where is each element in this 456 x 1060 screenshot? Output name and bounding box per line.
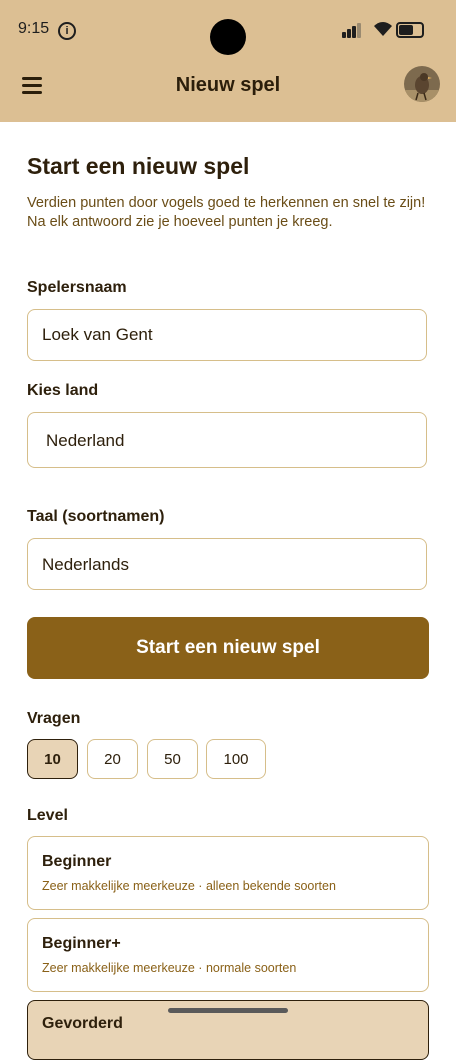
home-indicator[interactable] [168, 1008, 288, 1013]
questions-option-10[interactable]: 10 [27, 739, 78, 779]
level-description: Zeer makkelijke meerkeuze · normale soor… [42, 961, 297, 975]
language-value: Nederlands [42, 555, 129, 574]
questions-option-50[interactable]: 50 [147, 739, 198, 779]
status-bar: 9:15 i [0, 0, 456, 58]
level-option-beginner-plus[interactable]: Beginner+ Zeer makkelijke meerkeuze · no… [27, 918, 429, 992]
language-select[interactable]: Nederlands [27, 538, 427, 590]
player-name-label: Spelersnaam [27, 279, 127, 296]
player-name-field[interactable] [27, 309, 427, 361]
intro-text: Verdien punten door vogels goed te herke… [27, 195, 426, 230]
wifi-icon [374, 22, 392, 36]
language-label: Taal (soortnamen) [27, 508, 165, 525]
questions-option-100[interactable]: 100 [206, 739, 266, 779]
camera-cutout [210, 19, 246, 55]
player-name-input[interactable] [28, 310, 426, 360]
level-option-beginner[interactable]: Beginner Zeer makkelijke meerkeuze · all… [27, 836, 429, 910]
level-title: Gevorderd [42, 1015, 123, 1032]
country-select[interactable]: Nederland [27, 412, 427, 468]
avatar[interactable] [404, 66, 440, 102]
country-value: Nederland [46, 431, 125, 450]
info-icon: i [58, 22, 76, 40]
level-title: Beginner [42, 853, 112, 870]
signal-icon [342, 20, 366, 38]
status-time: 9:15 [18, 20, 50, 37]
country-label: Kies land [27, 382, 99, 399]
page-title: Start een nieuw spel [27, 153, 250, 179]
app-bar: Nieuw spel [0, 58, 456, 122]
questions-option-20[interactable]: 20 [87, 739, 138, 779]
bird-avatar-icon [404, 66, 440, 102]
questions-label: Vragen [27, 710, 81, 727]
level-title: Beginner+ [42, 935, 121, 952]
battery-icon [396, 22, 424, 38]
page-header-title: Nieuw spel [175, 74, 281, 96]
start-game-button[interactable]: Start een nieuw spel [27, 617, 429, 679]
level-label: Level [27, 807, 68, 824]
level-description: Zeer makkelijke meerkeuze · alleen beken… [42, 879, 336, 893]
